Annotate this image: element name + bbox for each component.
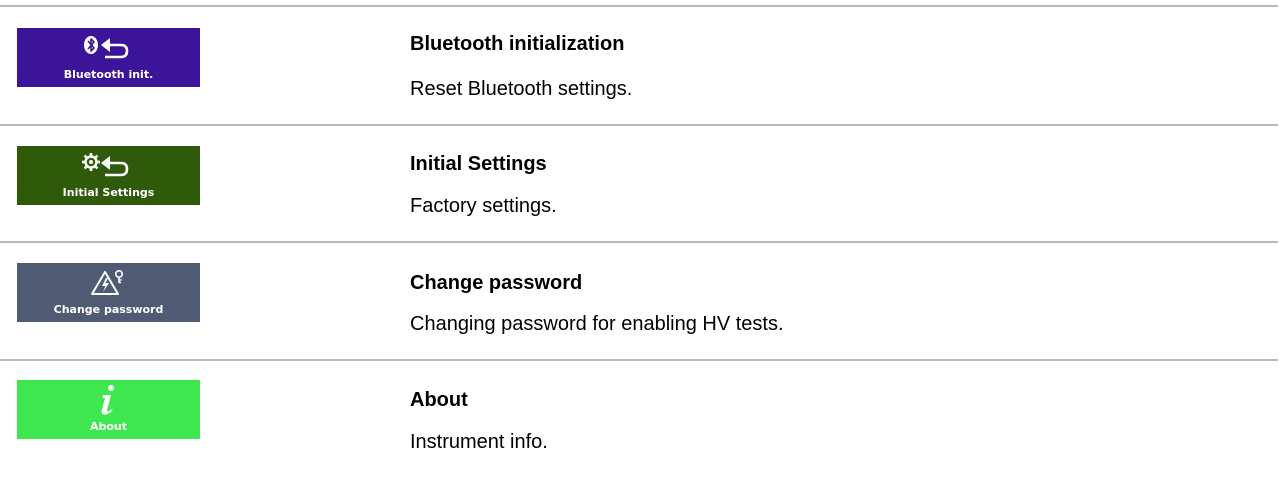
- item-description: Changing password for enabling HV tests.: [410, 313, 784, 335]
- item-title: Change password: [410, 272, 583, 294]
- tile-label: Bluetooth init.: [63, 68, 154, 81]
- change-password-tile[interactable]: Change password: [17, 263, 200, 322]
- bluetooth-reset-icon: [17, 28, 200, 68]
- divider: [0, 5, 1278, 7]
- bluetooth-init-tile[interactable]: Bluetooth init.: [17, 28, 200, 87]
- tile-label: Initial Settings: [62, 186, 155, 199]
- item-title: Bluetooth initialization: [410, 33, 625, 55]
- item-description: Instrument info.: [410, 431, 548, 453]
- about-tile[interactable]: About: [17, 380, 200, 439]
- item-description: Reset Bluetooth settings.: [410, 78, 633, 100]
- item-title: Initial Settings: [410, 153, 547, 175]
- item-description: Factory settings.: [410, 195, 557, 217]
- gear-reset-icon: [17, 146, 200, 186]
- initial-settings-tile[interactable]: Initial Settings: [17, 146, 200, 205]
- item-title: About: [410, 389, 468, 411]
- info-icon: [17, 380, 200, 420]
- tile-label: About: [89, 420, 128, 433]
- divider: [0, 241, 1278, 243]
- divider: [0, 359, 1278, 361]
- hv-password-icon: [17, 263, 200, 303]
- divider: [0, 124, 1278, 126]
- tile-label: Change password: [53, 303, 164, 316]
